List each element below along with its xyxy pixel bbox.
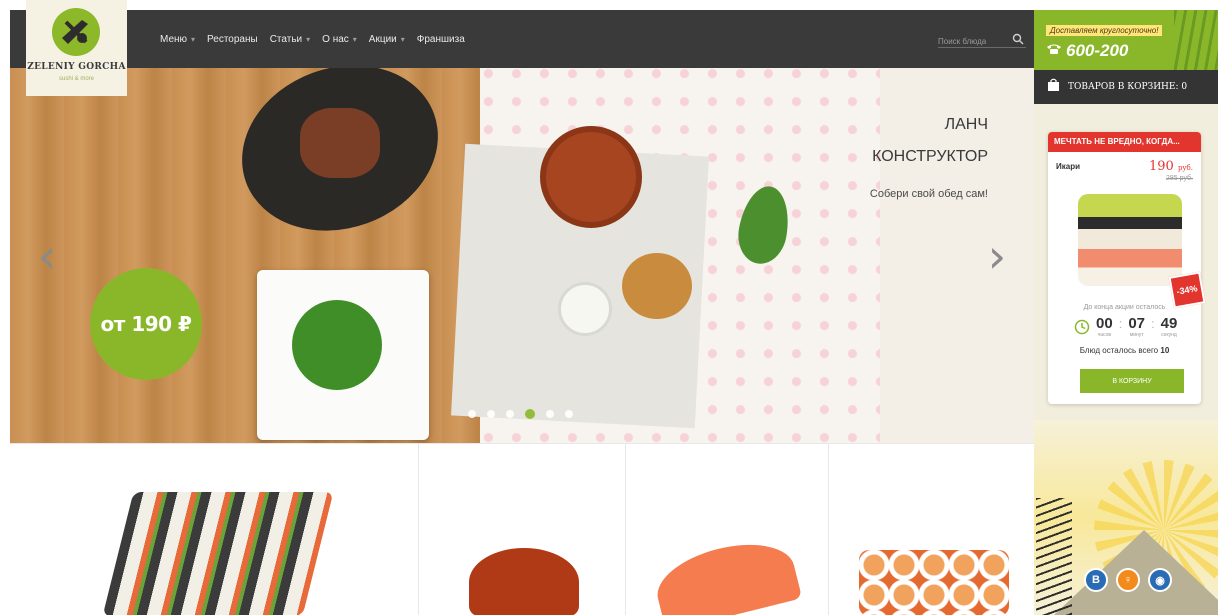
price-badge: от 190 ₽	[90, 268, 202, 380]
delivery-tag: Доставляем круглосуточно!	[1046, 25, 1163, 36]
nav-item-menu[interactable]: Меню ▾	[160, 34, 195, 45]
site-logo[interactable]: ZELENIY GORCHA sushi & more	[26, 0, 127, 96]
timer-unit-label: минут	[1129, 332, 1144, 338]
slider-next-arrow-icon[interactable]: ›	[986, 233, 1008, 279]
remaining-count: Блюд осталось всего 10	[1048, 346, 1201, 355]
product-tile[interactable]	[829, 444, 1034, 615]
timer-unit-label: часов	[1097, 332, 1112, 338]
timer-unit-label: секунд	[1161, 332, 1177, 338]
slide-title: КОНСТРУКТОР	[872, 148, 988, 165]
product-image	[649, 532, 803, 615]
slide-image-dish	[300, 108, 380, 178]
cart-count-label: ТОВАРОВ В КОРЗИНЕ: 0	[1068, 82, 1188, 92]
brand-tagline: sushi & more	[58, 76, 94, 82]
nav-item-restaurants[interactable]: Рестораны	[207, 34, 258, 45]
slide-image-salad	[292, 300, 382, 390]
brand-name: ZELENIY GORCHA	[27, 62, 126, 72]
timer-separator: :	[1118, 316, 1123, 331]
product-image	[859, 550, 1009, 615]
chevron-down-icon: ▾	[306, 34, 311, 44]
product-image	[469, 548, 579, 615]
product-tile[interactable]	[419, 444, 626, 615]
clock-icon	[1074, 319, 1090, 340]
remaining-label: Блюд осталось всего	[1079, 346, 1159, 355]
slider-dot[interactable]	[468, 410, 476, 418]
slide-title: ЛАНЧ	[944, 116, 988, 133]
vk-icon[interactable]: В	[1084, 568, 1108, 592]
slide-image-sauce	[558, 282, 612, 336]
product-image	[102, 492, 334, 615]
slider-dot[interactable]	[506, 410, 514, 418]
slider-dot[interactable]	[525, 409, 535, 419]
page: Меню ▾ Рестораны Статьи ▾ О нас ▾ Акции ▾ Фр…	[0, 0, 1218, 615]
nav-item-label: Статьи	[269, 33, 303, 45]
shopping-bag-icon	[1047, 78, 1060, 96]
chevron-down-icon: ▾	[191, 34, 196, 44]
nav-item-label: Франшиза	[416, 33, 465, 45]
chevron-down-icon: ▾	[400, 34, 405, 44]
timer-minutes: 07 минут	[1128, 315, 1145, 339]
slider-pagination	[468, 409, 573, 419]
nav-item-label: Меню	[160, 33, 188, 45]
timer-value: 00	[1096, 315, 1113, 332]
timer-value: 49	[1160, 315, 1178, 332]
promo-dish-name: Икари	[1056, 162, 1081, 171]
timer-label: До конца акции осталось	[1083, 304, 1166, 311]
nav-item-promotions[interactable]: Акции ▾	[369, 34, 405, 45]
remaining-value: 10	[1160, 346, 1170, 355]
sidebar-decoration: В ♀ ◉	[1034, 420, 1218, 615]
instagram-icon[interactable]: ◉	[1148, 568, 1172, 592]
nav-item-franchise[interactable]: Франшиза	[417, 34, 465, 45]
product-tile[interactable]	[626, 444, 829, 615]
search-icon[interactable]	[1012, 32, 1024, 50]
slider-dot[interactable]	[565, 410, 573, 418]
phone-link[interactable]: 600-200	[1046, 41, 1128, 61]
promo-dish-image[interactable]	[1078, 194, 1182, 286]
nav-item-label: Рестораны	[207, 33, 258, 45]
timer-hours: 00 часов	[1096, 315, 1113, 339]
price-badge-text: от 190 ₽	[100, 312, 192, 336]
right-sidebar: Доставляем круглосуточно! 600-200 ТОВАРО…	[1034, 10, 1218, 615]
promo-currency: руб.	[1177, 164, 1193, 172]
timer-separator: :	[1151, 316, 1155, 331]
countdown-timer: 00 часов : 07 минут : 49 секунд	[1074, 316, 1177, 340]
search-box	[938, 31, 1026, 50]
promo-card: МЕЧТАТЬ НЕ ВРЕДНО, КОГДА... Икари 190 ру…	[1048, 132, 1206, 404]
discount-badge: -34%	[1168, 271, 1206, 309]
hero-slider: от 190 ₽ ЛАНЧ КОНСТРУКТОР Собери свой об…	[10, 68, 1034, 443]
timer-value: 07	[1128, 315, 1145, 332]
slide-image-soup	[540, 126, 642, 228]
promo-old-price: 285 руб.	[1166, 175, 1193, 182]
slide-image-bun	[622, 253, 692, 319]
slide-subtitle: Собери свой обед сам!	[869, 188, 988, 200]
promo-price-value: 190	[1148, 159, 1174, 174]
odnoklassniki-icon[interactable]: ♀	[1116, 568, 1140, 592]
promo-header: МЕЧТАТЬ НЕ ВРЕДНО, КОГДА...	[1048, 132, 1201, 152]
slider-dot[interactable]	[546, 410, 554, 418]
slider-prev-arrow-icon[interactable]: ‹	[36, 233, 58, 279]
social-links: В ♀ ◉	[1084, 568, 1172, 592]
promo-price: 190 руб.	[1149, 159, 1193, 174]
phone-block: Доставляем круглосуточно! 600-200	[1034, 10, 1218, 70]
chevron-down-icon: ▾	[352, 34, 357, 44]
add-to-cart-button[interactable]: В КОРЗИНУ	[1080, 369, 1184, 393]
top-navigation-bar: Меню ▾ Рестораны Статьи ▾ О нас ▾ Акции ▾ Фр…	[10, 10, 1034, 68]
main-nav: Меню ▾ Рестораны Статьи ▾ О нас ▾ Акции ▾ Фр…	[160, 10, 465, 68]
product-tile[interactable]	[10, 444, 419, 615]
nav-item-articles[interactable]: Статьи ▾	[270, 34, 310, 45]
phone-icon	[1046, 42, 1062, 60]
timer-seconds: 49 секунд	[1160, 315, 1178, 339]
nav-item-about[interactable]: О нас ▾	[322, 34, 357, 45]
logo-emblem-icon	[52, 8, 100, 56]
nav-item-label: О нас	[322, 33, 349, 45]
tree-decoration	[1036, 498, 1072, 615]
phone-number: 600-200	[1066, 41, 1129, 60]
bamboo-decoration	[1174, 10, 1218, 70]
nav-item-label: Акции	[368, 33, 397, 45]
cart-summary[interactable]: ТОВАРОВ В КОРЗИНЕ: 0	[1034, 70, 1218, 104]
product-tiles	[10, 443, 1034, 615]
search-input[interactable]	[938, 33, 1006, 50]
slider-dot[interactable]	[487, 410, 495, 418]
